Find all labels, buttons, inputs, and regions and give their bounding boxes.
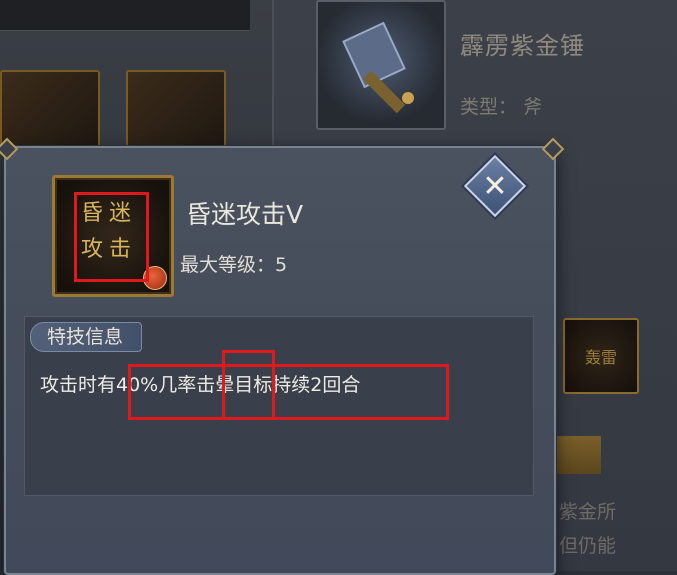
close-icon: ✕ [482,168,508,204]
item-type-value: 斧 [523,96,543,118]
background-item-slot[interactable] [0,70,100,154]
background-gold-bar [555,436,601,474]
skill-slot-glyph: 轰雷 [584,348,617,367]
hammer-icon [342,21,414,114]
max-level-value: 5 [275,254,288,276]
skill-info-tab: 特技信息 [30,322,143,352]
highlight-box [222,350,275,420]
item-type-label: 类型： [460,96,518,118]
background-top-bar [0,0,250,31]
skill-title: 昏迷攻击Ⅴ [186,200,304,229]
max-level-label: 最大等级： [180,254,276,276]
skill-max-level: 最大等级：5 [180,250,287,277]
item-image-hammer [316,0,446,130]
background-skill-slot[interactable]: 轰雷 [563,318,639,394]
background-item-slot[interactable] [126,70,226,154]
highlight-box [128,364,449,420]
item-name: 霹雳紫金锤 [460,32,585,60]
item-type: 类型： 斧 [460,92,542,119]
close-button[interactable]: ✕ [463,154,527,218]
highlight-box [74,192,149,282]
